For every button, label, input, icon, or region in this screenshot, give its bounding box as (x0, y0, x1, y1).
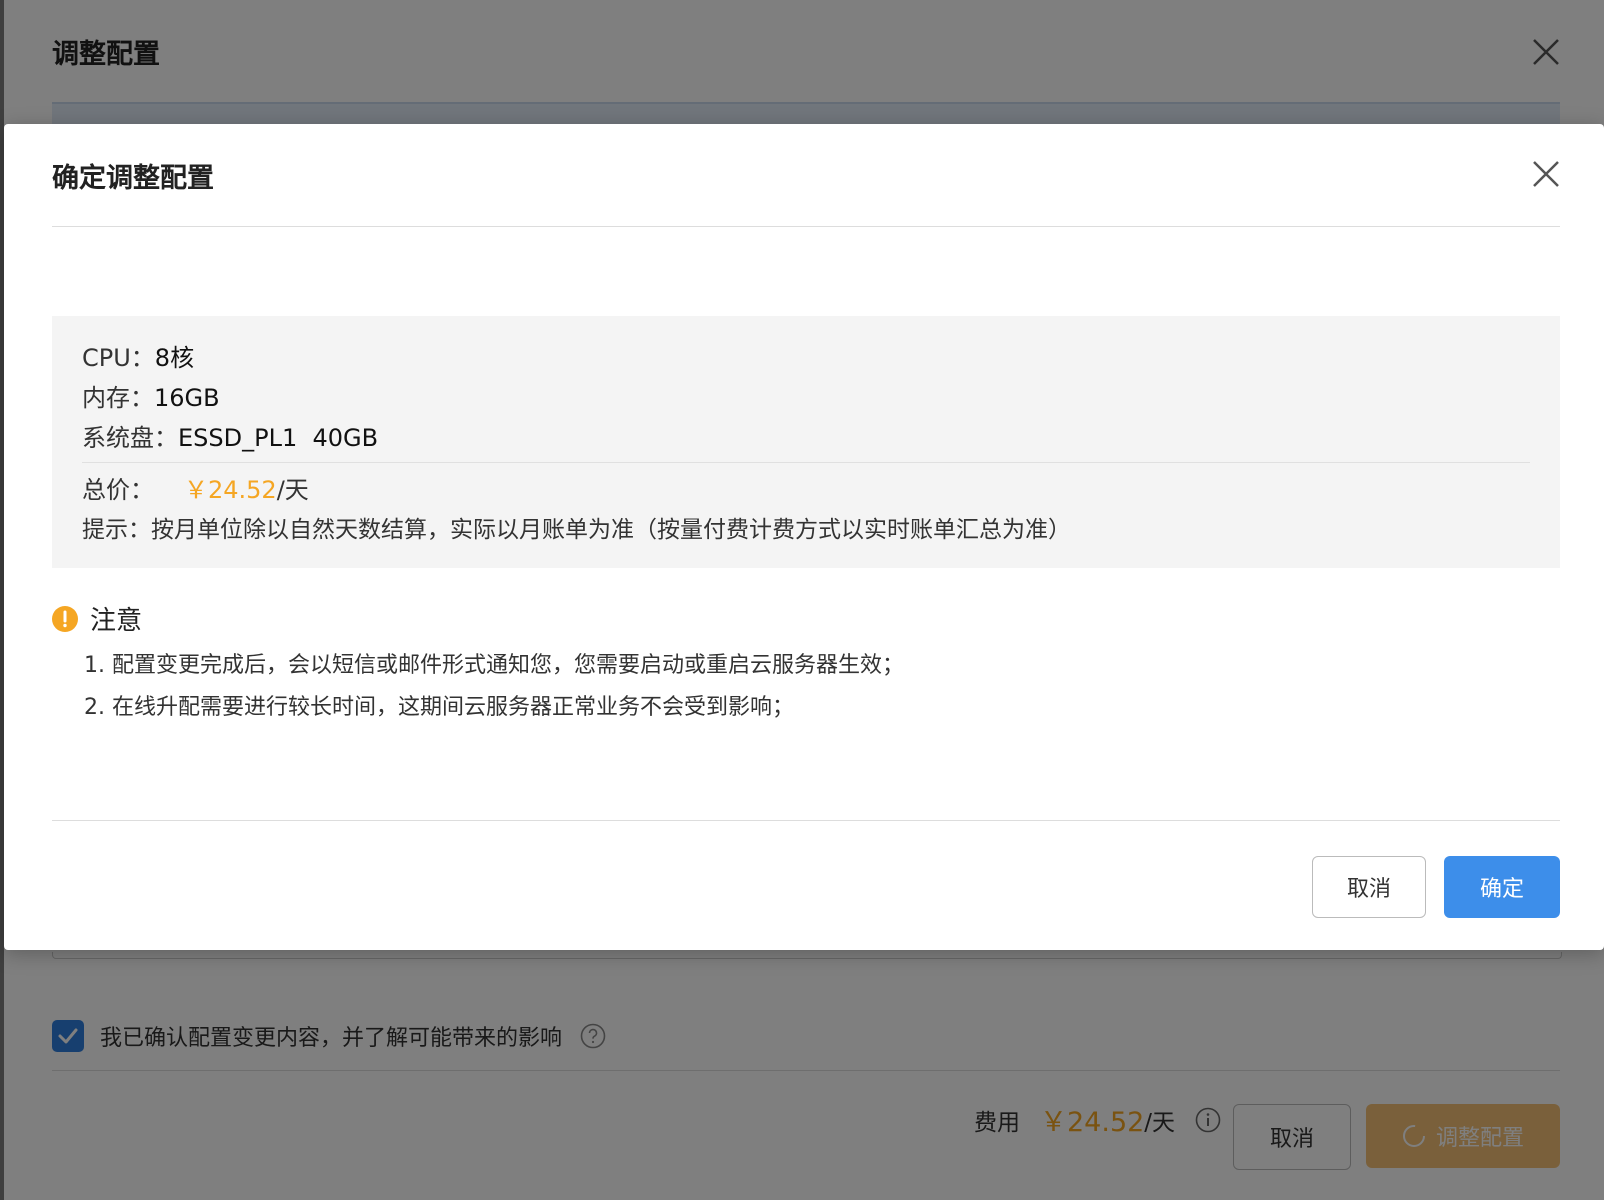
spec-cpu: CPU：8核 (82, 338, 194, 373)
spec-divider (82, 462, 1530, 463)
spec-total: 总价： ￥24.52/天 (82, 470, 309, 505)
confirm-button[interactable]: 确定 (1444, 856, 1560, 918)
notice-title: 注意 (90, 606, 143, 636)
notice-item: 1. 配置变更完成后，会以短信或邮件形式通知您，您需要启动或重启云服务器生效； (84, 653, 904, 678)
spec-disk-label: 系统盘： (82, 424, 178, 452)
modal-header-divider (52, 226, 1560, 227)
spec-memory-value: 16GB (154, 384, 220, 412)
spec-cpu-label: CPU： (82, 344, 155, 372)
spec-disk: 系统盘：ESSD_PL1 40GB (82, 418, 378, 453)
spec-disk-value: ESSD_PL1 40GB (178, 424, 379, 452)
confirm-modal: 确定调整配置 CPU：8核 内存：16GB 系统盘：ESSD_PL1 40GB … (4, 124, 1604, 950)
warning-icon (52, 605, 78, 632)
billing-tip: 提示：按月单位除以自然天数结算，实际以月账单为准（按量付费计费方式以实时账单汇总… (82, 517, 1071, 543)
spec-summary: CPU：8核 内存：16GB 系统盘：ESSD_PL1 40GB 总价： ￥24.… (52, 316, 1560, 568)
modal-footer-divider (52, 820, 1560, 821)
notice-section: 注意 1. 配置变更完成后，会以短信或邮件形式通知您，您需要启动或重启云服务器生… (52, 600, 904, 721)
total-price-unit: /天 (276, 476, 309, 504)
total-price: ￥24.52 (184, 476, 277, 504)
spec-cpu-value: 8核 (154, 344, 195, 372)
total-price-label: 总价： (82, 476, 154, 504)
spec-memory: 内存：16GB (82, 378, 220, 413)
notice-header: 注意 (52, 600, 904, 637)
cancel-button[interactable]: 取消 (1312, 856, 1426, 918)
modal-title: 确定调整配置 (52, 163, 214, 194)
spec-memory-label: 内存： (82, 384, 154, 412)
notice-item: 2. 在线升配需要进行较长时间，这期间云服务器正常业务不会受到影响； (84, 695, 794, 720)
close-icon[interactable] (1526, 154, 1566, 194)
